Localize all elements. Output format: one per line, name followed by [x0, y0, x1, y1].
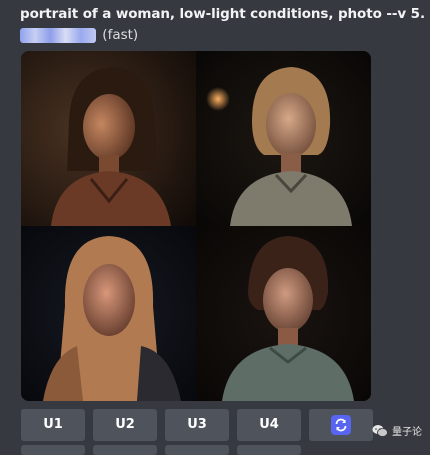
grid-image-4[interactable]	[196, 226, 371, 401]
upscale-4-button[interactable]: U4	[237, 409, 301, 441]
wechat-icon	[372, 424, 388, 437]
message-meta: (fast)	[20, 27, 320, 47]
image-grid[interactable]	[21, 51, 371, 401]
reroll-button[interactable]	[309, 409, 373, 441]
variation-button-partial[interactable]	[21, 445, 85, 455]
portrait-image	[21, 226, 196, 401]
generation-mode: (fast)	[102, 27, 139, 43]
grid-image-1[interactable]	[21, 51, 196, 226]
grid-image-3[interactable]	[21, 226, 196, 401]
portrait-image	[21, 51, 196, 226]
portrait-image	[196, 51, 371, 226]
user-mention-blurred[interactable]	[20, 27, 96, 43]
variation-button-partial[interactable]	[237, 445, 301, 455]
prompt-text: portrait of a woman, low-light condition…	[20, 6, 425, 22]
upscale-1-button[interactable]: U1	[21, 409, 85, 441]
variation-button-partial[interactable]	[93, 445, 157, 455]
upscale-3-button[interactable]: U3	[165, 409, 229, 441]
grid-image-2[interactable]	[196, 51, 371, 226]
upscale-2-button[interactable]: U2	[93, 409, 157, 441]
watermark-text: 量子论	[392, 427, 422, 438]
refresh-icon	[331, 415, 351, 435]
watermark: 量子论	[372, 423, 422, 438]
variation-button-partial[interactable]	[165, 445, 229, 455]
portrait-image	[196, 226, 371, 401]
